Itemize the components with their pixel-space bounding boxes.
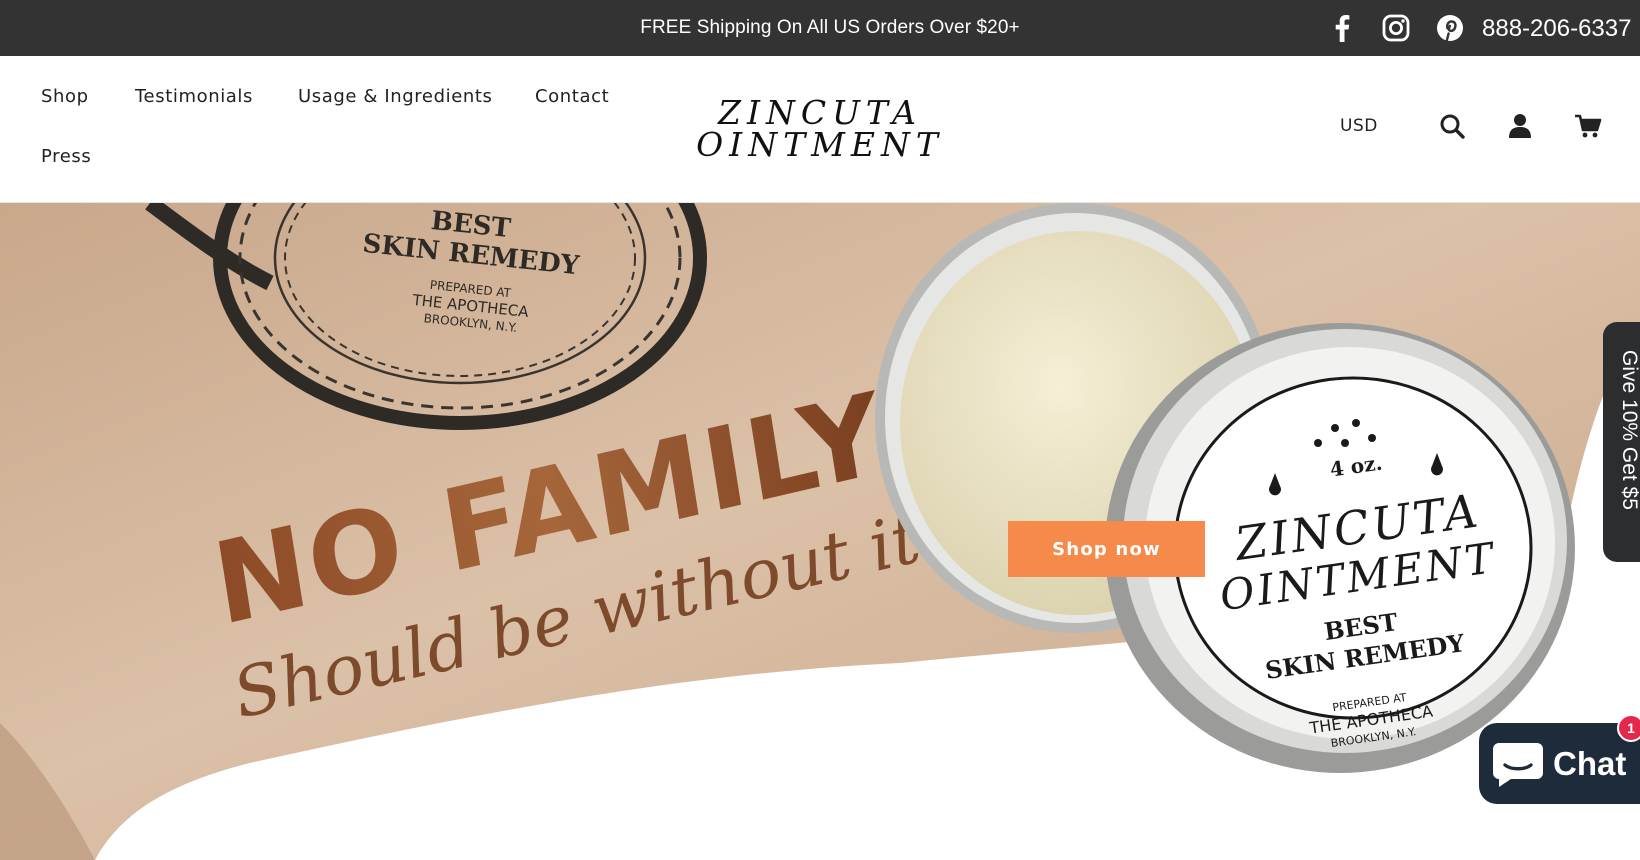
shop-now-button[interactable]: Shop now <box>1008 521 1205 577</box>
logo-wordmark: ZINCUTA OINTMENT <box>696 93 944 164</box>
account-icon <box>1509 114 1531 138</box>
logo[interactable]: ZINCUTA OINTMENT <box>690 93 950 164</box>
nav-item-testimonials[interactable]: Testimonials <box>135 86 253 107</box>
facebook-icon <box>1335 15 1350 42</box>
chat-button[interactable]: Chat <box>1479 723 1640 804</box>
hero-image: BEST SKIN REMEDY PREPARED AT THE APOTHEC… <box>0 203 1640 860</box>
nav-item-shop[interactable]: Shop <box>41 86 89 107</box>
chat-bubble-icon <box>1493 742 1543 787</box>
site-header: Shop Testimonials Usage & Ingredients Co… <box>0 56 1640 203</box>
phone-number[interactable]: 888-206-6337 <box>1482 15 1631 43</box>
chat-unread-badge: 1 <box>1617 714 1640 742</box>
pinterest-link[interactable] <box>1434 0 1466 56</box>
facebook-link[interactable] <box>1330 0 1354 56</box>
search-button[interactable] <box>1434 108 1470 144</box>
search-icon <box>1440 114 1465 139</box>
nav-item-contact[interactable]: Contact <box>535 86 609 107</box>
announcement-bar: FREE Shipping On All US Orders Over $20+… <box>0 0 1640 56</box>
cart-button[interactable] <box>1570 108 1606 144</box>
hero-banner: BEST SKIN REMEDY PREPARED AT THE APOTHEC… <box>0 203 1640 860</box>
instagram-link[interactable] <box>1380 0 1412 56</box>
nav-item-usage-ingredients[interactable]: Usage & Ingredients <box>298 86 493 107</box>
referral-side-tab[interactable]: Give 10% Get $5 <box>1603 322 1640 562</box>
currency-selector[interactable]: USD <box>1340 116 1378 136</box>
nav-item-press[interactable]: Press <box>41 146 91 167</box>
cart-icon <box>1575 114 1602 138</box>
instagram-icon <box>1382 14 1410 42</box>
logo-line-2: OINTMENT <box>696 125 944 164</box>
chat-label: Chat <box>1553 744 1627 782</box>
pinterest-icon <box>1437 15 1463 42</box>
referral-side-tab-label: Give 10% Get $5 <box>1618 350 1640 510</box>
account-button[interactable] <box>1502 108 1538 144</box>
